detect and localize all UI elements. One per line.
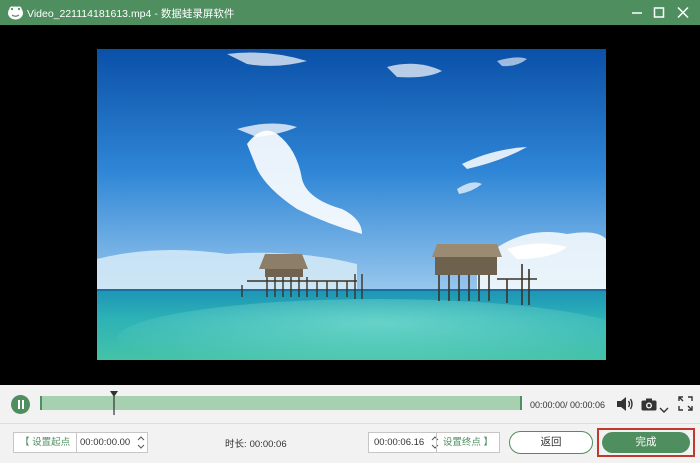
- fullscreen-icon[interactable]: [678, 396, 693, 411]
- app-name: 数据蛙录屏软件: [160, 8, 235, 20]
- duration-label: 时长:: [225, 439, 247, 450]
- end-time-field[interactable]: 00:00:06.16 设置终点 】: [368, 432, 500, 453]
- duration-display: 时长: 00:00:06: [225, 436, 287, 450]
- set-end-button[interactable]: 设置终点 】: [435, 433, 499, 452]
- file-name: Video_221114181613.mp4: [27, 8, 152, 20]
- app-logo-icon: [7, 4, 24, 21]
- title-separator: -: [154, 8, 158, 20]
- pause-button[interactable]: [11, 395, 30, 414]
- done-button[interactable]: 完成: [602, 432, 690, 453]
- minimize-button[interactable]: [629, 5, 645, 20]
- close-button[interactable]: [675, 5, 691, 20]
- time-display: 00:00:00/ 00:00:06: [530, 400, 606, 410]
- start-time-field[interactable]: 【 设置起点 00:00:00.00: [13, 432, 148, 453]
- duration-value: 00:00:06: [249, 439, 287, 450]
- chevron-down-icon[interactable]: [659, 401, 669, 413]
- playhead-handle[interactable]: [109, 391, 118, 415]
- title-bar: Video_221114181613.mp4- 数据蛙录屏软件: [0, 0, 700, 25]
- control-panel: 00:00:00/ 00:00:06 【 设置起点 00:00:00.00 时长…: [0, 385, 700, 463]
- maximize-button[interactable]: [651, 5, 667, 20]
- camera-icon[interactable]: [641, 398, 657, 411]
- end-time-value[interactable]: 00:00:06.16: [374, 433, 424, 452]
- playhead-marker-icon: [109, 391, 118, 415]
- back-button[interactable]: 返回: [509, 431, 593, 454]
- set-start-button[interactable]: 【 设置起点: [14, 433, 78, 452]
- volume-icon[interactable]: [616, 396, 634, 412]
- start-time-value[interactable]: 00:00:00.00: [80, 433, 130, 452]
- video-preview-area[interactable]: [0, 25, 700, 385]
- divider: [0, 423, 700, 424]
- window-title: Video_221114181613.mp4- 数据蛙录屏软件: [27, 6, 234, 21]
- start-time-stepper[interactable]: [137, 435, 145, 450]
- done-button-highlight: 完成: [597, 428, 695, 457]
- video-thumbnail-image: [97, 49, 606, 360]
- spinner-arrows-icon: [137, 436, 145, 449]
- video-frame[interactable]: [97, 49, 606, 360]
